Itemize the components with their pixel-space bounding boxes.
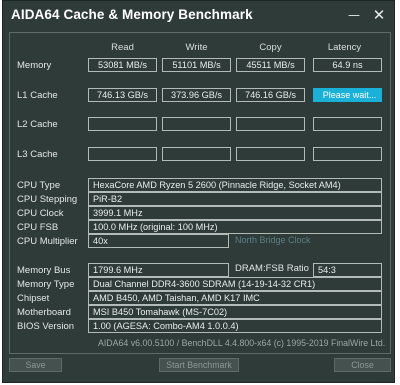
north-bridge-clock-label: North Bridge Clock [235, 235, 311, 245]
column-header-copy: Copy [259, 42, 282, 53]
l1-copy-value: 746.16 GB/s [236, 88, 305, 102]
column-header-latency: Latency [327, 42, 362, 53]
l2-write-value [162, 117, 231, 131]
column-header-write: Write [185, 42, 208, 53]
bios-version-value: 1.00 (AGESA: Combo-AM4 1.0.0.4) [88, 319, 382, 333]
motherboard-value: MSI B450 Tomahawk (MS-7C02) [88, 305, 382, 319]
memory-type-label: Memory Type [17, 279, 75, 290]
cpu-clock-label: CPU Clock [17, 208, 64, 219]
row-label-memory: Memory [17, 60, 52, 71]
minimize-icon[interactable]: — [343, 4, 365, 26]
row-label-l2-cache: L2 Cache [17, 119, 58, 130]
memory-bus-label: Memory Bus [17, 265, 71, 276]
l1-read-value: 746.13 GB/s [88, 88, 157, 102]
memory-latency-value: 64.9 ns [313, 58, 382, 72]
cpu-fsb-label: CPU FSB [17, 222, 59, 233]
l3-copy-value [236, 147, 305, 161]
column-header-read: Read [111, 42, 134, 53]
cpu-multiplier-value: 40x [88, 234, 229, 248]
cpu-stepping-label: CPU Stepping [17, 194, 78, 205]
save-button[interactable]: Save [9, 358, 62, 372]
chipset-label: Chipset [17, 293, 50, 304]
memory-copy-value: 45511 MB/s [236, 58, 305, 72]
dram-fsb-ratio-value: 54:3 [313, 263, 382, 277]
cpu-multiplier-label: CPU Multiplier [17, 236, 78, 247]
please-wait-button[interactable]: Please wait... [313, 88, 382, 102]
window-title: AIDA64 Cache & Memory Benchmark [11, 7, 253, 22]
l3-read-value [88, 147, 157, 161]
memory-read-value: 53081 MB/s [88, 58, 157, 72]
l2-read-value [88, 117, 157, 131]
start-benchmark-button[interactable]: Start Benchmark [159, 358, 239, 372]
motherboard-label: Motherboard [17, 307, 71, 318]
bios-version-label: BIOS Version [17, 321, 75, 332]
chipset-value: AMD B450, AMD Taishan, AMD K17 IMC [88, 291, 382, 305]
copyright-footer: AIDA64 v6.00.5100 / BenchDLL 4.4.800-x64… [98, 338, 386, 348]
memory-type-value: Dual Channel DDR4-3600 SDRAM (14-19-14-3… [88, 277, 382, 291]
cpu-type-value: HexaCore AMD Ryzen 5 2600 (Pinnacle Ridg… [88, 178, 382, 192]
row-label-l3-cache: L3 Cache [17, 149, 58, 160]
cpu-type-label: CPU Type [17, 180, 61, 191]
benchmark-window: AIDA64 Cache & Memory Benchmark — ✕ Read… [2, 0, 395, 383]
l2-latency-value [313, 117, 382, 131]
l3-write-value [162, 147, 231, 161]
l1-write-value: 373.96 GB/s [162, 88, 231, 102]
memory-write-value: 51101 MB/s [162, 58, 231, 72]
l3-latency-value [313, 147, 382, 161]
row-label-l1-cache: L1 Cache [17, 90, 58, 101]
cpu-clock-value: 3999.1 MHz [88, 206, 382, 220]
dram-fsb-ratio-label: DRAM:FSB Ratio [235, 263, 309, 274]
close-icon[interactable]: ✕ [368, 4, 390, 26]
title-bar[interactable]: AIDA64 Cache & Memory Benchmark — ✕ [3, 1, 394, 31]
close-button[interactable]: Close [334, 358, 391, 372]
memory-bus-value: 1799.6 MHz [88, 263, 229, 277]
cpu-stepping-value: PiR-B2 [88, 192, 382, 206]
please-wait-label: Please wait... [322, 90, 377, 100]
cpu-fsb-value: 100.0 MHz (original: 100 MHz) [88, 220, 382, 234]
l2-copy-value [236, 117, 305, 131]
